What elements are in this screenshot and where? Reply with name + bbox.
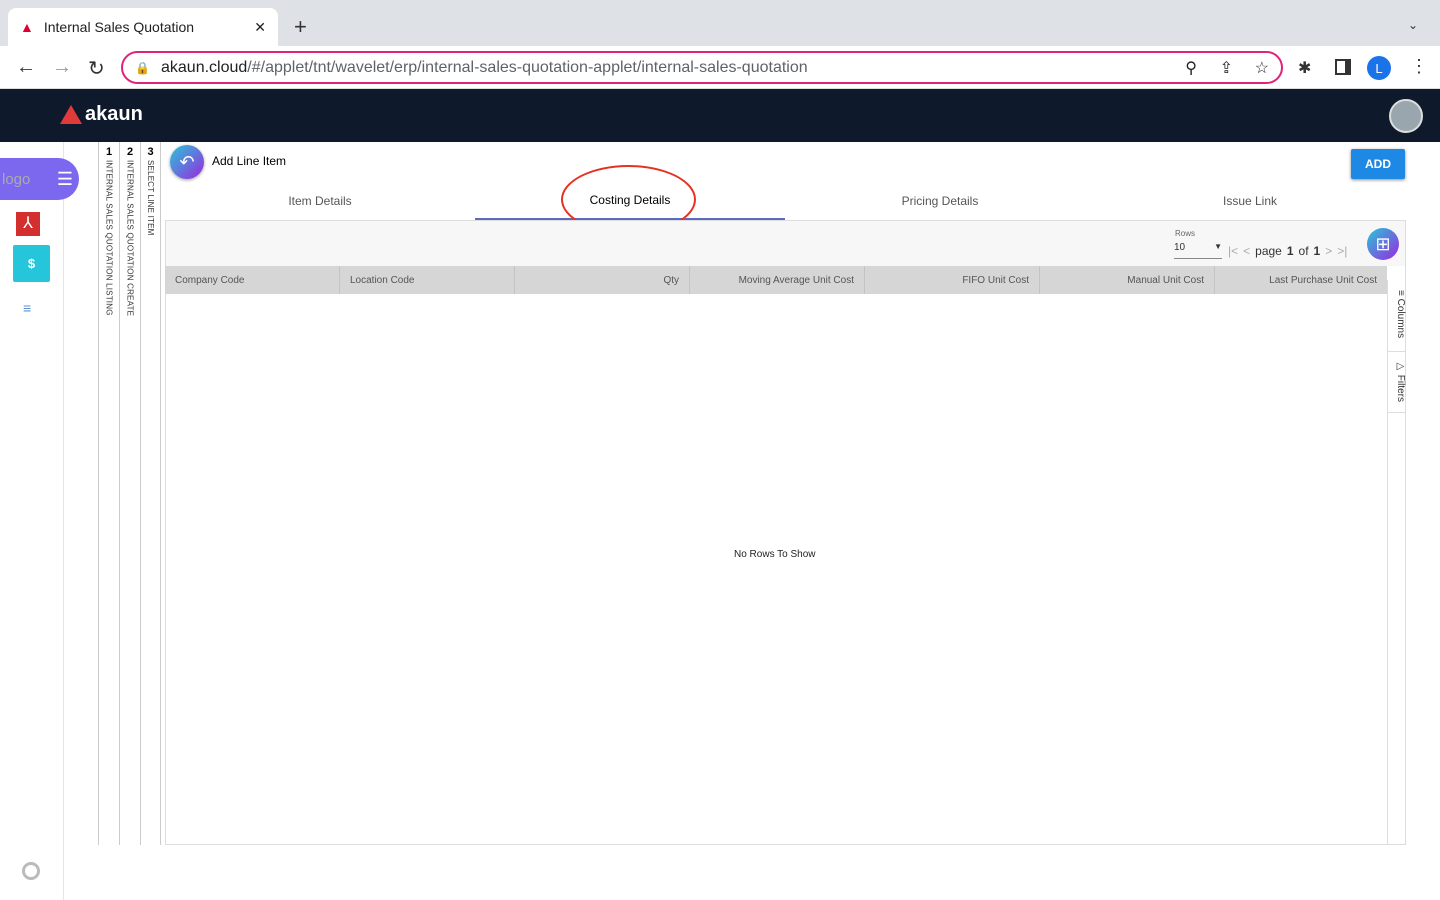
extensions-icon[interactable]: ✱: [1298, 58, 1311, 78]
step-label: SELECT LINE ITEM: [146, 160, 155, 236]
menu-collapse-icon: ☰: [56, 168, 73, 189]
browser-tab[interactable]: ▲ Internal Sales Quotation ✕: [8, 8, 278, 46]
quotation-app-icon[interactable]: $: [13, 245, 50, 282]
of-word: of: [1298, 244, 1309, 258]
last-page-icon[interactable]: >|: [1337, 244, 1347, 258]
page-total: 1: [1313, 244, 1321, 258]
lock-icon: 🔒: [135, 60, 150, 75]
profile-avatar[interactable]: L: [1367, 56, 1391, 80]
account-icon[interactable]: [22, 862, 40, 880]
brand-logo[interactable]: akaun: [60, 103, 143, 126]
col-last-purchase-unit-cost[interactable]: Last Purchase Unit Cost: [1215, 266, 1387, 294]
tab-pricing-details[interactable]: Pricing Details: [785, 182, 1095, 220]
col-company-code[interactable]: Company Code: [165, 266, 340, 294]
add-button[interactable]: ADD: [1351, 149, 1405, 179]
tab-item-details[interactable]: Item Details: [165, 182, 475, 220]
step-label: INTERNAL SALES QUOTATION CREATE: [125, 160, 135, 317]
zoom-icon[interactable]: ⚲: [1185, 58, 1197, 78]
page-word: page: [1255, 244, 1282, 258]
columns-panel-button[interactable]: ≡ Columns: [1387, 286, 1406, 352]
rows-label: Rows: [1175, 229, 1196, 238]
page-number: 1: [1286, 244, 1294, 258]
forward-icon[interactable]: →: [52, 56, 72, 79]
col-location-code[interactable]: Location Code: [340, 266, 515, 294]
columns-icon: ≡: [1395, 290, 1406, 299]
step-number: 3: [147, 146, 154, 158]
grid-view-button[interactable]: ⊞: [1367, 228, 1399, 260]
step-number: 1: [105, 146, 113, 158]
col-fifo-unit-cost[interactable]: FIFO Unit Cost: [865, 266, 1040, 294]
rows-value: 10: [1174, 242, 1186, 253]
address-bar[interactable]: 🔒 akaun.cloud/#/applet/tnt/wavelet/erp/i…: [121, 51, 1283, 84]
tab-list-icon[interactable]: ⌄: [1408, 18, 1418, 32]
logo-placeholder: logo: [2, 170, 31, 188]
dropdown-arrow-icon: ▼: [1214, 242, 1222, 251]
next-page-icon[interactable]: >: [1325, 244, 1332, 258]
empty-message: No Rows To Show: [734, 549, 816, 560]
share-icon[interactable]: ⇪: [1220, 58, 1233, 78]
side-panel-icon[interactable]: [1335, 59, 1351, 75]
rows-select[interactable]: 10 ▼: [1174, 242, 1222, 259]
back-icon[interactable]: ←: [16, 56, 36, 79]
data-grid: [165, 220, 1406, 845]
col-moving-average-unit-cost[interactable]: Moving Average Unit Cost: [690, 266, 865, 294]
page-title: Add Line Item: [212, 154, 287, 168]
step-number: 2: [126, 146, 134, 158]
brand-name: akaun: [85, 103, 143, 125]
menu-icon[interactable]: ⋮: [1410, 56, 1428, 77]
close-tab-icon[interactable]: ✕: [254, 19, 266, 36]
prev-page-icon[interactable]: <: [1243, 244, 1250, 258]
sidebar-toggle[interactable]: logo ☰: [0, 158, 79, 200]
filter-icon: ▷: [1395, 361, 1406, 375]
pager: |< < page 1 of 1 > >|: [1228, 244, 1347, 258]
col-manual-unit-cost[interactable]: Manual Unit Cost: [1040, 266, 1215, 294]
reload-icon[interactable]: ↻: [88, 56, 105, 81]
step-3[interactable]: 3 SELECT LINE ITEM: [140, 142, 161, 845]
back-button[interactable]: ↶: [170, 145, 204, 179]
tab-title: Internal Sales Quotation: [43, 19, 195, 35]
list-icon[interactable]: ≡: [23, 300, 31, 316]
first-page-icon[interactable]: |<: [1228, 244, 1238, 258]
angular-icon: ▲: [20, 19, 34, 35]
url-path: /#/applet/tnt/wavelet/erp/internal-sales…: [247, 58, 808, 76]
tab-issue-link[interactable]: Issue Link: [1095, 182, 1405, 220]
acrobat-app-icon[interactable]: ⅄: [16, 212, 40, 236]
filters-label: Filters: [1395, 374, 1406, 403]
grid-header: Company Code Location Code Qty Moving Av…: [165, 266, 1387, 294]
url-host: akaun.cloud: [161, 58, 248, 76]
filters-panel-button[interactable]: ▷ Filters: [1387, 355, 1406, 413]
app-header: [0, 89, 1440, 142]
step-label: INTERNAL SALES QUOTATION LISTING: [104, 160, 114, 316]
col-qty[interactable]: Qty: [515, 266, 690, 294]
new-tab-button[interactable]: +: [294, 14, 307, 40]
step-2[interactable]: 2 INTERNAL SALES QUOTATION CREATE: [119, 142, 140, 845]
akaun-logo-icon: [60, 105, 82, 124]
bookmark-star-icon[interactable]: ☆: [1255, 58, 1269, 78]
step-1[interactable]: 1 INTERNAL SALES QUOTATION LISTING: [98, 142, 119, 845]
user-avatar[interactable]: [1389, 99, 1423, 133]
columns-label: Columns: [1395, 298, 1406, 339]
